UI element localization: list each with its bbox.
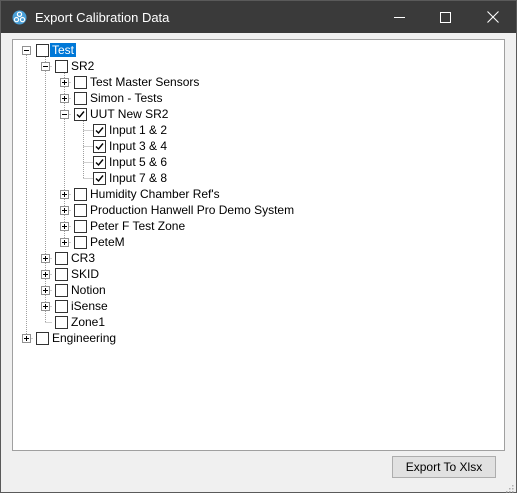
maximize-icon [439,11,451,23]
expand-icon[interactable] [60,222,69,231]
window-title: Export Calibration Data [35,10,170,25]
tree-node[interactable]: Input 1 & 2 [13,122,493,138]
resize-grip-icon[interactable] [504,480,514,493]
title-bar[interactable]: Export Calibration Data [1,1,516,33]
tree-node-label[interactable]: Test [48,42,78,58]
tree-node-checkbox[interactable] [36,44,49,57]
collapse-icon[interactable] [22,46,31,55]
tree-node-checkbox[interactable] [74,204,87,217]
collapse-icon[interactable] [41,62,50,71]
tree-node-label[interactable]: Input 5 & 6 [107,155,169,169]
tree-node[interactable]: SR2 [13,58,493,74]
tree-node[interactable]: Input 7 & 8 [13,170,493,186]
tree-node[interactable]: Engineering [13,330,493,346]
tree-node-label[interactable]: Input 1 & 2 [107,123,169,137]
tree-node[interactable]: Test [13,42,493,58]
tree-node-checkbox[interactable] [36,332,49,345]
tree-node-label[interactable]: Input 7 & 8 [107,171,169,185]
tree-node-checkbox[interactable] [55,316,68,329]
tree-node-label[interactable]: PeteM [88,235,127,249]
tree-node-label[interactable]: Peter F Test Zone [88,219,187,233]
expand-icon[interactable] [60,238,69,247]
tree-node-label[interactable]: SR2 [69,59,96,73]
tree-node-checkbox[interactable] [55,268,68,281]
tree-node[interactable]: Production Hanwell Pro Demo System [13,202,493,218]
tree-node-checkbox[interactable] [55,252,68,265]
site-tree-view[interactable]: Test SR2 Test Master Sensors Simon - Tests U… [12,39,505,451]
close-button[interactable] [470,1,516,33]
expand-icon[interactable] [41,302,50,311]
expand-icon[interactable] [41,270,50,279]
tree-node-label[interactable]: Production Hanwell Pro Demo System [88,203,296,217]
tree-node-checkbox[interactable] [74,92,87,105]
expand-icon[interactable] [41,286,50,295]
tree-node[interactable]: Zone1 [13,314,493,330]
tree-node[interactable]: Test Master Sensors [13,74,493,90]
tree-node-label[interactable]: Engineering [50,331,118,345]
tree-node[interactable]: UUT New SR2 [13,106,493,122]
expand-icon[interactable] [22,334,31,343]
tree-node-checkbox[interactable] [93,156,106,169]
tree-node[interactable]: CR3 [13,250,493,266]
tree-node-label[interactable]: iSense [69,299,110,313]
close-icon [487,11,499,23]
checkmark-icon [76,111,85,119]
tree-node[interactable]: Notion [13,282,493,298]
maximize-button[interactable] [422,1,468,33]
tree-node-label[interactable]: CR3 [69,251,97,265]
tree-node-checkbox[interactable] [55,60,68,73]
tree-node-checkbox[interactable] [55,284,68,297]
tree-node-checkbox[interactable] [74,188,87,201]
tree-node-label[interactable]: Humidity Chamber Ref's [88,187,222,201]
tree-node-checkbox[interactable] [74,108,87,121]
minimize-button[interactable] [376,1,422,33]
expand-icon[interactable] [60,190,69,199]
tree-node[interactable]: Peter F Test Zone [13,218,493,234]
export-calibration-window: Export Calibration Data Test SR2 Test Ma… [0,0,517,493]
tree-node-checkbox[interactable] [93,140,106,153]
tree-node[interactable]: Input 5 & 6 [13,154,493,170]
checkmark-icon [95,143,104,151]
tree-node-label[interactable]: SKID [69,267,101,281]
checkmark-icon [95,159,104,167]
expand-icon[interactable] [60,94,69,103]
tree-node-checkbox[interactable] [55,300,68,313]
tree-node-label[interactable]: Test Master Sensors [88,75,201,89]
expand-icon[interactable] [60,206,69,215]
collapse-icon[interactable] [60,110,69,119]
expand-icon[interactable] [41,254,50,263]
tree-node-checkbox[interactable] [93,124,106,137]
tree-node-label[interactable]: Notion [69,283,108,297]
tree-node-label[interactable]: UUT New SR2 [88,107,170,121]
tree-node-label[interactable]: Input 3 & 4 [107,139,169,153]
tree-node-label[interactable]: Zone1 [69,315,107,329]
expand-icon[interactable] [60,78,69,87]
tree-node[interactable]: Humidity Chamber Ref's [13,186,493,202]
gear-cluster-icon [12,10,27,25]
tree-node-checkbox[interactable] [74,76,87,89]
tree-node[interactable]: iSense [13,298,493,314]
tree-node[interactable]: PeteM [13,234,493,250]
tree-node[interactable]: Simon - Tests [13,90,493,106]
minimize-icon [393,12,405,23]
checkmark-icon [95,127,104,135]
export-to-xlsx-button[interactable]: Export To Xlsx [392,456,496,478]
tree-node-checkbox[interactable] [74,236,87,249]
tree-node-label[interactable]: Simon - Tests [88,91,164,105]
checkmark-icon [95,175,104,183]
tree-node-checkbox[interactable] [93,172,106,185]
tree-node[interactable]: Input 3 & 4 [13,138,493,154]
tree-node[interactable]: SKID [13,266,493,282]
tree-node-checkbox[interactable] [74,220,87,233]
